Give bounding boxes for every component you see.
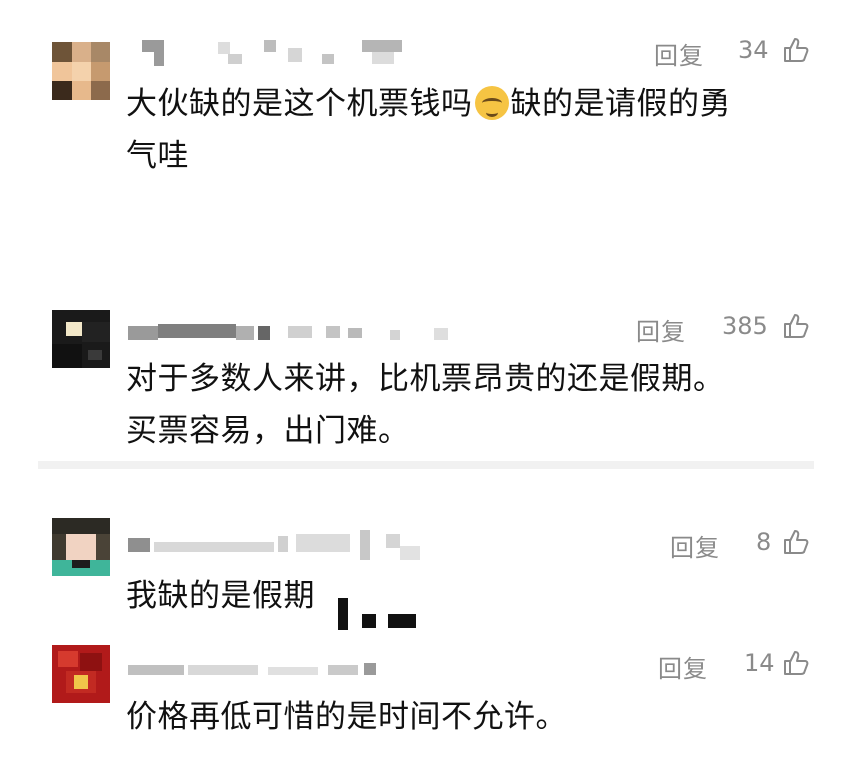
like-count: 34 [738,36,769,64]
redaction-mark [388,614,416,628]
thumbs-up-icon[interactable] [782,312,810,340]
avatar[interactable] [52,310,110,368]
comment-line: 对于多数人来讲，比机票昂贵的还是假期。 [126,361,725,397]
comment-text: 对于多数人来讲，比机票昂贵的还是假期。 买票容易，出门难。 [126,353,826,457]
reply-button[interactable]: 回复 [670,528,720,563]
comment-line: 价格再低可惜的是时间不允许。 [126,699,567,735]
like-count: 385 [722,312,768,340]
redaction-mark [338,598,348,630]
username-blurred[interactable] [128,320,448,346]
thumbs-up-icon[interactable] [782,528,810,556]
username-blurred[interactable] [128,40,448,66]
thumbs-up-icon[interactable] [782,36,810,64]
comment-item: 回复 14 价格再低可惜的是时间不允许。 [0,635,854,765]
redaction-mark [362,614,376,628]
comment-line: 缺的是请假的勇 [510,86,731,122]
comment-line: 我缺的是假期 [126,578,315,614]
comment-text: 大伙缺的是这个机票钱吗 缺的是请假的勇 气哇 [126,78,826,182]
username-blurred[interactable] [128,530,448,560]
comment-item: 回复 34 大伙缺的是这个机票钱吗 缺的是请假的勇 气哇 [0,0,854,300]
section-divider [38,461,814,469]
comment-item: 回复 8 我缺的是假期 [0,510,854,630]
reply-button[interactable]: 回复 [658,649,708,684]
comment-line: 大伙缺的是这个机票钱吗 [126,86,473,122]
like-count: 14 [744,649,775,677]
comment-line: 买票容易，出门难。 [126,413,410,449]
comment-text: 我缺的是假期 [126,570,826,622]
comment-item: 回复 385 对于多数人来讲，比机票昂贵的还是假期。 买票容易，出门难。 [0,300,854,460]
comment-text: 价格再低可惜的是时间不允许。 [126,691,826,743]
avatar[interactable] [52,42,110,100]
username-blurred[interactable] [128,649,448,675]
avatar[interactable] [52,518,110,576]
avatar[interactable] [52,645,110,703]
thumbs-up-icon[interactable] [782,649,810,677]
comment-line: 气哇 [126,138,189,174]
smiling-face-emoji [474,86,509,120]
reply-button[interactable]: 回复 [654,36,704,71]
reply-button[interactable]: 回复 [636,312,686,347]
like-count: 8 [756,528,772,556]
